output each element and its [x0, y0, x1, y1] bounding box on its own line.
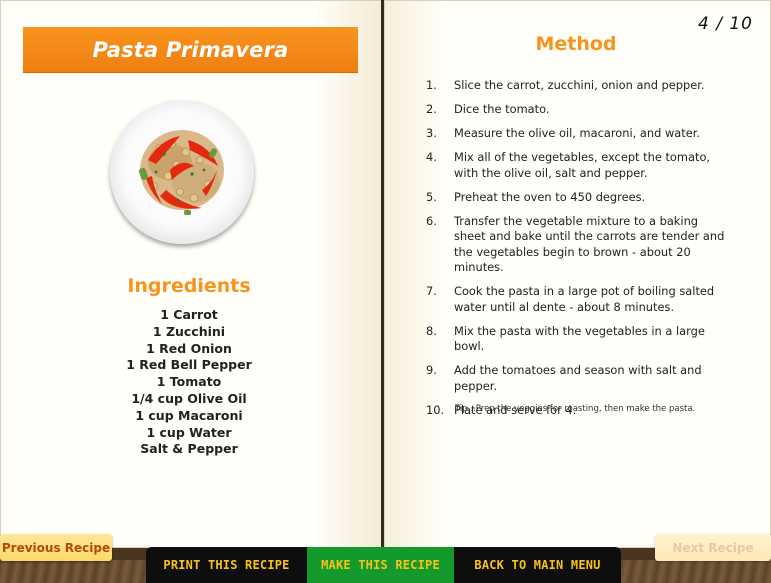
ingredient-item: 1 cup Water — [146, 424, 232, 440]
step-text: Measure the olive oil, macaroni, and wat… — [454, 125, 700, 140]
recipe-title-banner: Pasta Primavera — [23, 27, 358, 72]
ingredient-item: 1 Red Onion — [146, 340, 232, 356]
dish-image — [110, 100, 256, 246]
method-step: 8. Mix the pasta with the vegetables in a… — [426, 324, 726, 355]
step-number: 8. — [426, 323, 437, 338]
ingredients-heading: Ingredients — [127, 275, 251, 297]
step-number: 4. — [426, 149, 437, 164]
step-number: 7. — [426, 284, 437, 299]
step-number: 10. — [426, 403, 445, 418]
step-number: 9. — [426, 363, 437, 378]
ingredient-item: 1 Carrot — [160, 307, 218, 322]
ingredient-item: 1/4 cup Olive Oil — [131, 390, 247, 406]
step-text: Add the tomatoes and season with salt an… — [454, 363, 702, 394]
print-recipe-button[interactable]: PRINT THIS RECIPE — [146, 547, 307, 583]
method-step: 2. Dice the tomato. — [426, 102, 726, 118]
step-text: Mix all of the vegetables, except the to… — [454, 149, 711, 180]
recipe-title: Pasta Primavera — [92, 37, 289, 62]
method-steps: 1. Slice the carrot, zucchini, onion and … — [426, 78, 726, 427]
next-recipe-button[interactable]: Next Recipe — [655, 534, 771, 561]
method-step: 9. Add the tomatoes and season with salt … — [426, 363, 726, 394]
step-text: Mix the pasta with the vegetables in a l… — [454, 323, 705, 354]
step-number: 1. — [426, 78, 437, 92]
ingredient-item: 1 Red Bell Pepper — [126, 357, 252, 373]
action-bar: PRINT THIS RECIPE MAKE THIS RECIPE BACK … — [146, 547, 621, 583]
step-text: Slice the carrot, zucchini, onion and pe… — [454, 78, 705, 92]
ingredient-item: Salt & Pepper — [140, 441, 238, 457]
ingredient-item: 1 Zucchini — [152, 323, 226, 339]
ingredient-item: 1 Tomato — [156, 374, 222, 390]
recipe-tip: Tip...Prep the veggies for roasting, the… — [455, 404, 696, 414]
step-number: 5. — [426, 189, 437, 204]
method-step: 1. Slice the carrot, zucchini, onion and … — [426, 78, 726, 94]
step-number: 3. — [426, 125, 437, 140]
pasta-primavera-icon — [138, 130, 224, 215]
method-step: 6. Transfer the vegetable mixture to a ba… — [426, 214, 726, 276]
step-text: Preheat the oven to 450 degrees. — [454, 189, 646, 204]
page-indicator: 4 / 10 — [698, 14, 753, 34]
step-number: 2. — [426, 101, 437, 116]
ingredients-list: 1 Carrot 1 Zucchini 1 Red Onion 1 Red Be… — [0, 307, 378, 458]
step-text: Transfer the vegetable mixture to a baki… — [454, 213, 725, 275]
step-text: Dice the tomato. — [454, 101, 550, 116]
method-step: 5. Preheat the oven to 450 degrees. — [426, 190, 726, 206]
left-page: Pasta Primavera Ingredients 1 Carrot 1 Z… — [0, 0, 382, 548]
method-step: 7. Cook the pasta in a large pot of boili… — [426, 284, 726, 315]
method-heading: Method — [535, 33, 617, 55]
step-text: Cook the pasta in a large pot of boiling… — [454, 284, 715, 314]
step-number: 6. — [426, 213, 437, 228]
method-step: 4. Mix all of the vegetables, except the … — [426, 150, 726, 181]
method-step: 3. Measure the olive oil, macaroni, and w… — [426, 126, 726, 142]
make-recipe-button[interactable]: MAKE THIS RECIPE — [307, 547, 454, 583]
back-to-main-menu-button[interactable]: BACK TO MAIN MENU — [454, 547, 621, 583]
previous-recipe-button[interactable]: Previous Recipe — [0, 534, 112, 561]
ingredient-item: 1 cup Macaroni — [135, 407, 243, 423]
